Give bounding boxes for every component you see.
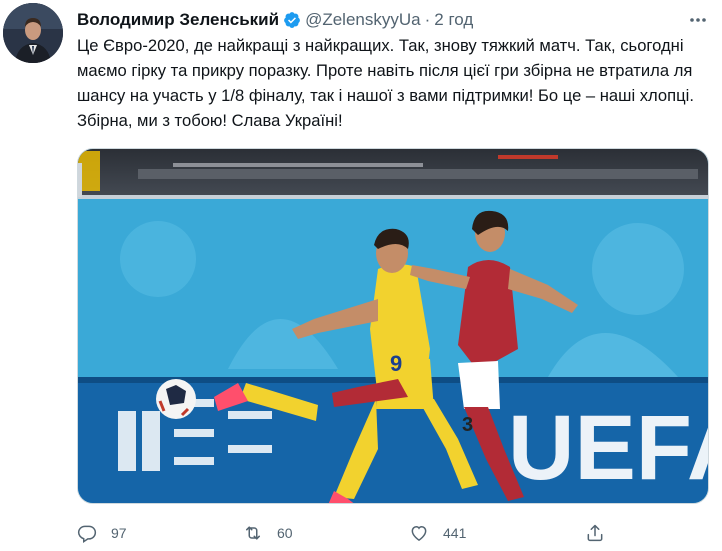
uefa-banner-text: UEFA	[508, 397, 709, 499]
retweet-icon	[243, 523, 263, 543]
tweet-photo[interactable]: UEFA 9	[77, 148, 709, 504]
separator-dot: ·	[424, 10, 431, 29]
like-button[interactable]: 441	[409, 520, 466, 546]
tweet-header: Володимир Зеленський @ZelenskyyUa · 2 го…	[77, 10, 682, 30]
verified-badge-icon	[283, 11, 301, 29]
retweet-count: 60	[277, 525, 293, 541]
like-icon	[409, 523, 429, 543]
tweet-actions: 97 60 441	[77, 520, 709, 546]
tweet-timestamp[interactable]: 2 год	[434, 10, 473, 30]
reply-button[interactable]: 97	[77, 520, 127, 546]
avatar[interactable]	[3, 3, 63, 63]
retweet-button[interactable]: 60	[243, 520, 293, 546]
like-count: 441	[443, 525, 467, 541]
author-handle[interactable]: @ZelenskyyUa	[305, 10, 421, 30]
reply-icon	[77, 523, 97, 543]
share-button[interactable]	[585, 520, 605, 546]
austria-player-number: 3	[462, 414, 473, 436]
reply-count: 97	[111, 525, 127, 541]
share-icon	[585, 523, 605, 543]
tweet-text: Це Євро-2020, де найкращі з найкращих. Т…	[77, 36, 694, 130]
ukraine-player-number: 9	[390, 351, 402, 376]
author-name[interactable]: Володимир Зеленський	[77, 10, 279, 30]
more-options-icon[interactable]	[688, 10, 708, 30]
